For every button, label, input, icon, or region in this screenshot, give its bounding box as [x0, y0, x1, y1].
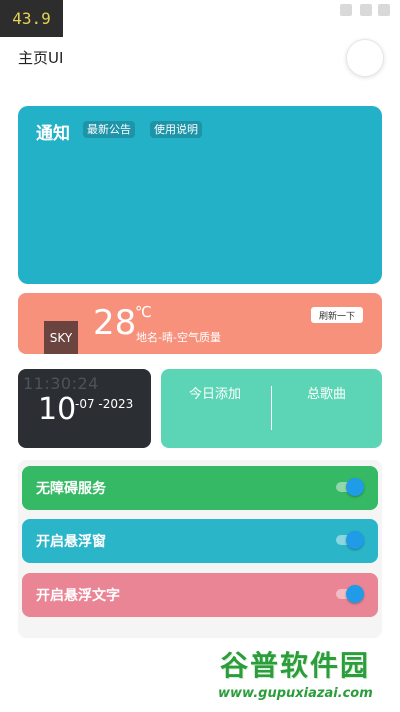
toggle-knob — [346, 531, 364, 549]
setting-label: 无障碍服务 — [36, 481, 106, 497]
today-added-label[interactable]: 今日添加 — [189, 383, 241, 402]
notification-icon — [340, 4, 352, 16]
floating-text-toggle[interactable] — [336, 585, 364, 603]
stats-card: 今日添加 总歌曲 — [161, 369, 382, 448]
total-songs-label[interactable]: 总歌曲 — [307, 383, 346, 402]
temperature: 28 — [93, 303, 137, 343]
floating-window-toggle[interactable] — [336, 531, 364, 549]
clock-card: 11:30:24 10 -07 -2023 — [18, 369, 151, 448]
weather-description: 地名-晴-空气质量 — [136, 331, 221, 344]
accessibility-toggle[interactable] — [336, 478, 364, 496]
refresh-button[interactable]: 刷新一下 — [311, 307, 363, 323]
watermark-brand: 谷普软件园 — [220, 649, 371, 682]
clock-month-year: -07 -2023 — [75, 397, 134, 411]
tag-usage-guide[interactable]: 使用说明 — [150, 121, 202, 138]
setting-floating-window[interactable]: 开启悬浮窗 — [22, 519, 378, 563]
watermark: 谷普软件园 www.gupuxiazai.com — [212, 648, 390, 708]
notice-title: 通知 — [36, 124, 70, 144]
battery-icon — [378, 4, 390, 16]
setting-accessibility-service[interactable]: 无障碍服务 — [22, 466, 378, 510]
temperature-unit: ℃ — [135, 303, 152, 321]
setting-floating-text[interactable]: 开启悬浮文字 — [22, 573, 378, 617]
tag-latest-announcement[interactable]: 最新公告 — [83, 121, 135, 138]
wifi-icon — [360, 4, 372, 16]
weather-card: SKY 28 ℃ 地名-晴-空气质量 刷新一下 — [18, 293, 382, 354]
notice-card: 通知 最新公告 使用说明 — [18, 106, 382, 284]
setting-label: 开启悬浮文字 — [36, 588, 120, 604]
toggle-knob — [346, 478, 364, 496]
page-title: 主页UI — [18, 49, 64, 67]
stats-divider — [271, 386, 272, 430]
clock-day: 10 — [38, 392, 77, 427]
toggle-knob — [346, 585, 364, 603]
avatar[interactable] — [346, 39, 384, 77]
weather-icon: SKY — [44, 321, 78, 354]
fps-counter: 43.9 — [0, 0, 63, 37]
setting-label: 开启悬浮窗 — [36, 534, 106, 550]
watermark-url: www.gupuxiazai.com — [218, 686, 373, 701]
